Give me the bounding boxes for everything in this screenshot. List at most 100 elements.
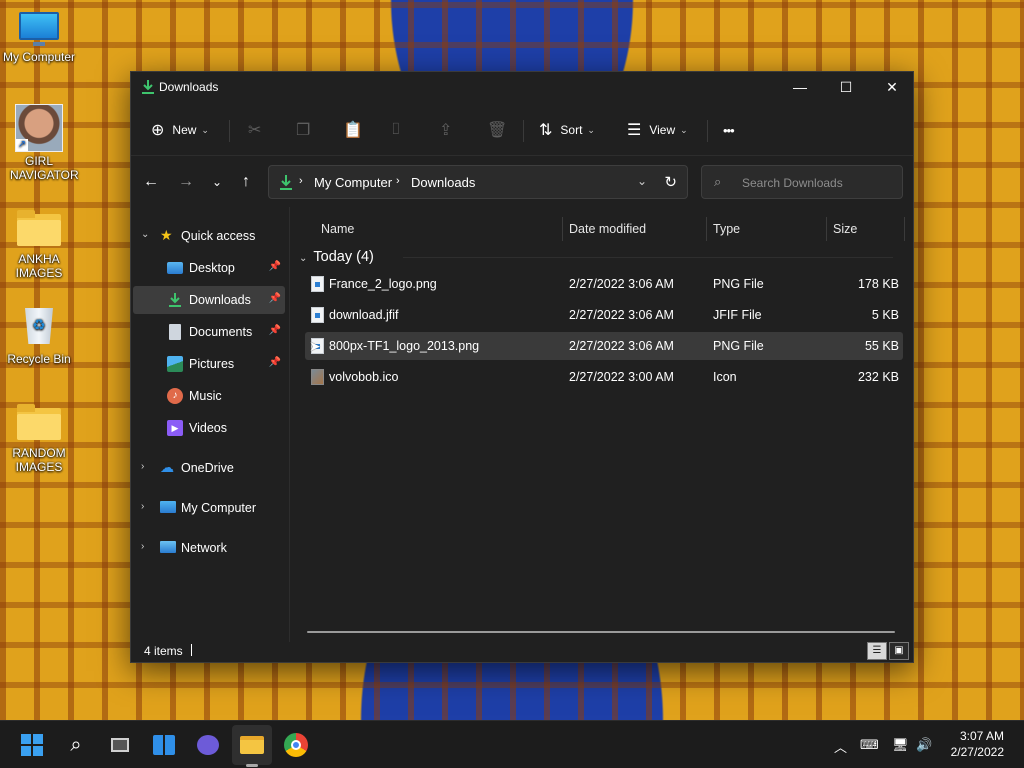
- desktop-icon-recycle-bin[interactable]: ♻ Recycle Bin: [0, 302, 78, 366]
- search-icon: ⌕: [70, 734, 82, 756]
- download-icon: [280, 175, 292, 190]
- chevron-right-icon[interactable]: ›: [141, 461, 144, 472]
- column-divider[interactable]: [826, 217, 827, 241]
- sidebar-item-videos[interactable]: ▶ Videos: [133, 414, 285, 442]
- column-divider[interactable]: [562, 217, 563, 241]
- clock-time: 3:07 AM: [959, 729, 1004, 743]
- show-hidden-icons-button[interactable]: ︿: [834, 737, 847, 756]
- file-row[interactable]: volvobob.ico 2/27/2022 3:00 AM Icon 232 …: [305, 363, 903, 391]
- column-divider[interactable]: [904, 217, 905, 241]
- file-size: 55 KB: [864, 339, 899, 353]
- address-bar[interactable]: › My Computer › Downloads ⌄ ↻: [268, 165, 688, 199]
- sort-button[interactable]: ⇅ Sort ⌄: [539, 114, 595, 146]
- chevron-right-icon[interactable]: ›: [141, 541, 144, 552]
- file-name: France_2_logo.png: [329, 277, 437, 291]
- pane-divider[interactable]: [289, 207, 290, 642]
- column-header-name[interactable]: Name: [321, 215, 354, 243]
- clock[interactable]: 3:07 AM 2/27/2022: [951, 728, 1004, 760]
- image-file-icon: [311, 276, 324, 292]
- command-bar: ⊕ New ⌄ ✂ ❐ 📋 ⌷ ⇪ 🗑 ⇅ Sort ⌄ ☰ View ⌄ ••…: [131, 102, 913, 156]
- new-button[interactable]: ⊕ New ⌄: [151, 114, 209, 146]
- sort-icon: ⇅: [539, 122, 553, 139]
- maximize-button[interactable]: ☐: [823, 72, 869, 102]
- sidebar-item-quick-access[interactable]: ⌄ ★ Quick access: [133, 222, 285, 250]
- column-header-size[interactable]: Size: [833, 215, 857, 243]
- address-dropdown-icon[interactable]: ⌄: [637, 174, 647, 188]
- column-divider[interactable]: [706, 217, 707, 241]
- download-icon: [142, 80, 154, 94]
- copy-button[interactable]: ❐: [296, 114, 310, 146]
- sidebar-item-label: Downloads: [189, 293, 251, 307]
- rename-button[interactable]: ⌷: [391, 114, 401, 146]
- chevron-down-icon: ⌄: [299, 253, 308, 264]
- forward-button[interactable]: →: [174, 170, 198, 194]
- desktop-icon-label: ANKHA IMAGES: [15, 252, 63, 280]
- chevron-down-icon[interactable]: ⌄: [141, 229, 149, 240]
- sidebar-item-desktop[interactable]: Desktop 📌: [133, 254, 285, 282]
- sidebar-item-music[interactable]: ♪ Music: [133, 382, 285, 410]
- share-button[interactable]: ⇪: [439, 114, 452, 146]
- chrome-button[interactable]: [280, 729, 312, 761]
- sidebar-item-network[interactable]: › Network: [133, 534, 285, 562]
- copy-icon: ❐: [296, 122, 311, 139]
- paste-button[interactable]: 📋: [343, 114, 363, 146]
- volume-icon[interactable]: 🔊: [916, 737, 932, 753]
- icon-file-icon: [311, 369, 324, 385]
- group-header-today[interactable]: ⌄ Today (4): [299, 245, 374, 269]
- start-button[interactable]: [16, 729, 48, 761]
- cut-button[interactable]: ✂: [248, 114, 261, 146]
- more-icon: •••: [723, 122, 735, 138]
- file-row[interactable]: 800px-TF1_logo_2013.png 2/27/2022 3:06 A…: [305, 332, 903, 360]
- up-button[interactable]: ↑: [234, 170, 258, 194]
- folder-icon: [17, 404, 61, 440]
- back-button[interactable]: ←: [139, 170, 163, 194]
- file-row[interactable]: France_2_logo.png 2/27/2022 3:06 AM PNG …: [305, 270, 903, 298]
- sidebar-item-onedrive[interactable]: › ☁ OneDrive: [133, 454, 285, 482]
- search-button[interactable]: ⌕: [60, 729, 92, 761]
- details-view-button[interactable]: ☰: [867, 642, 887, 660]
- desktop-icon-ankha-images[interactable]: ANKHA IMAGES: [0, 210, 78, 280]
- column-header-type[interactable]: Type: [713, 215, 740, 243]
- horizontal-scrollbar[interactable]: [307, 631, 895, 633]
- sidebar-item-pictures[interactable]: Pictures 📌: [133, 350, 285, 378]
- keyboard-icon[interactable]: ⌨: [860, 737, 879, 753]
- breadcrumb-chevron-icon: ›: [299, 175, 303, 187]
- desktop-icon-random-images[interactable]: RANDOM IMAGES: [0, 404, 78, 474]
- file-row[interactable]: download.jfif 2/27/2022 3:06 AM JFIF Fil…: [305, 301, 903, 329]
- sidebar-item-label: Desktop: [189, 261, 235, 275]
- sidebar-item-label: Music: [189, 389, 222, 403]
- title-bar[interactable]: Downloads — ☐ ✕: [131, 72, 913, 102]
- chat-video-icon: [197, 735, 219, 755]
- sidebar-item-label: Quick access: [181, 229, 256, 243]
- search-icon: ⌕: [714, 174, 722, 189]
- sidebar-item-my-computer[interactable]: › My Computer: [133, 494, 285, 522]
- pin-icon: 📌: [268, 293, 281, 304]
- chevron-right-icon[interactable]: ›: [141, 501, 144, 512]
- sidebar-item-documents[interactable]: Documents 📌: [133, 318, 285, 346]
- close-button[interactable]: ✕: [869, 72, 915, 102]
- delete-button[interactable]: 🗑: [487, 114, 507, 146]
- recent-locations-button[interactable]: ⌄: [205, 170, 229, 194]
- tiles-view-button[interactable]: ▣: [889, 642, 909, 660]
- view-button[interactable]: ☰ View ⌄: [627, 114, 688, 146]
- desktop-icon-girl-navigator[interactable]: ↗ GIRL NAVIGATOR: [0, 104, 79, 182]
- sidebar-item-label: Network: [181, 541, 227, 555]
- sidebar-item-label: Documents: [189, 325, 253, 339]
- more-options-button[interactable]: •••: [723, 114, 735, 146]
- search-box[interactable]: ⌕ Search Downloads: [701, 165, 903, 199]
- sidebar-item-downloads[interactable]: Downloads 📌: [133, 286, 285, 314]
- minimize-button[interactable]: —: [777, 72, 823, 102]
- file-type: Icon: [713, 370, 737, 384]
- chrome-icon: [284, 733, 308, 757]
- chat-button[interactable]: [192, 729, 224, 761]
- network-icon[interactable]: 🖥: [892, 737, 909, 753]
- column-header-date-modified[interactable]: Date modified: [569, 215, 646, 243]
- desktop-icon-my-computer[interactable]: My Computer: [0, 10, 78, 64]
- file-name: volvobob.ico: [329, 370, 399, 384]
- file-explorer-taskbar-button[interactable]: [232, 725, 272, 767]
- widgets-button[interactable]: [148, 729, 180, 761]
- task-view-button[interactable]: [104, 729, 136, 761]
- breadcrumb-downloads[interactable]: Downloads: [411, 175, 475, 190]
- refresh-icon[interactable]: ↻: [664, 173, 677, 191]
- breadcrumb-my-computer[interactable]: My Computer: [314, 175, 392, 190]
